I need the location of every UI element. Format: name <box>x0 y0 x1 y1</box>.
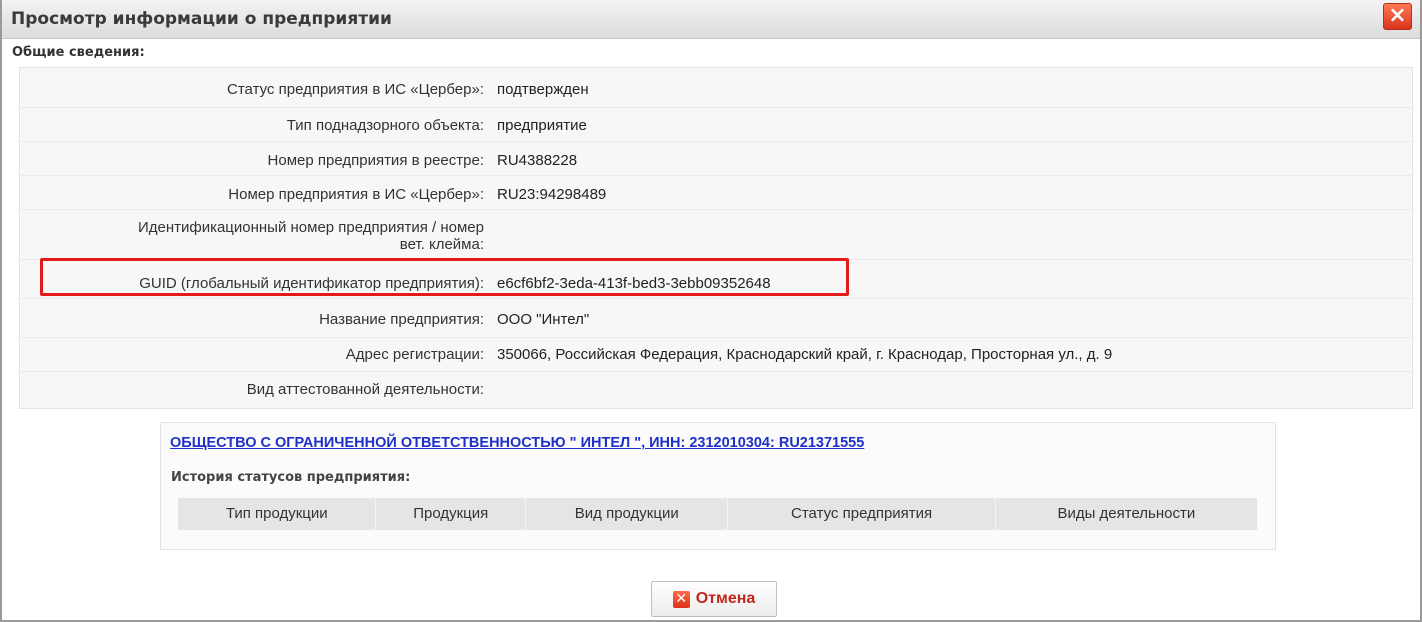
organization-panel: ОБЩЕСТВО С ОГРАНИЧЕННОЙ ОТВЕТСТВЕННОСТЬЮ… <box>160 422 1276 550</box>
info-row-cerberus-number: Номер предприятия в ИС «Цербер»: RU23:94… <box>20 176 1412 210</box>
general-info-panel: Статус предприятия в ИС «Цербер»: подтве… <box>19 67 1413 409</box>
column-header-activities: Виды деятельности <box>1057 505 1196 522</box>
cancel-button[interactable]: ✕ Отмена <box>651 581 777 617</box>
info-value: RU23:94298489 <box>497 186 607 203</box>
info-label: вет. клейма: <box>399 236 484 253</box>
info-label: Статус предприятия в ИС «Цербер»: <box>227 81 484 98</box>
info-label: Номер предприятия в реестре: <box>267 152 484 169</box>
info-row-name: Название предприятия: ООО "Интел" <box>20 299 1412 338</box>
info-label: Адрес регистрации: <box>345 346 484 363</box>
column-header-product-kind: Вид продукции <box>526 498 729 530</box>
info-label: Номер предприятия в ИС «Цербер»: <box>228 186 484 203</box>
info-row-status: Статус предприятия в ИС «Цербер»: подтве… <box>20 68 1412 108</box>
organization-link[interactable]: ОБЩЕСТВО С ОГРАНИЧЕННОЙ ОТВЕТСТВЕННОСТЬЮ… <box>170 435 864 451</box>
info-value: ООО "Интел" <box>497 311 590 328</box>
info-row-object-type: Тип поднадзорного объекта: предприятие <box>20 108 1412 142</box>
dialog-title: Просмотр информации о предприятии <box>11 9 392 29</box>
info-row-address: Адрес регистрации: 350066, Российская Фе… <box>20 338 1412 372</box>
info-label: Тип поднадзорного объекта: <box>286 117 484 134</box>
column-header-enterprise-status: Статус предприятия <box>728 498 996 530</box>
cancel-icon: ✕ <box>672 590 690 608</box>
status-history-table-header: Тип продукции Продукция Вид продукции Ст… <box>178 498 1257 530</box>
column-header-product-type: Тип продукции <box>178 498 377 530</box>
info-label: Идентификационный номер предприятия / но… <box>137 219 484 236</box>
info-row-identification-number: Идентификационный номер предприятия / но… <box>20 210 1412 260</box>
dialog-titlebar: Просмотр информации о предприятии × <box>2 0 1420 39</box>
info-label: Вид аттестованной деятельности: <box>246 381 484 398</box>
section-title-general: Общие сведения: <box>12 45 145 60</box>
guid-highlight-frame <box>40 258 849 296</box>
info-value: RU4388228 <box>497 152 578 169</box>
info-value: 350066, Российская Федерация, Краснодарс… <box>497 346 1113 363</box>
info-value: предприятие <box>497 117 587 134</box>
cancel-label: Отмена <box>695 590 756 607</box>
column-header-product: Продукция <box>376 498 527 530</box>
history-title: История статусов предприятия: <box>171 470 411 485</box>
close-icon[interactable]: × <box>1383 3 1412 30</box>
info-value: подтвержден <box>497 81 589 98</box>
enterprise-info-dialog: Просмотр информации о предприятии × Общи… <box>0 0 1422 622</box>
info-row-registry-number: Номер предприятия в реестре: RU4388228 <box>20 142 1412 176</box>
info-row-activity: Вид аттестованной деятельности: <box>20 372 1412 407</box>
info-label: Название предприятия: <box>319 311 484 328</box>
